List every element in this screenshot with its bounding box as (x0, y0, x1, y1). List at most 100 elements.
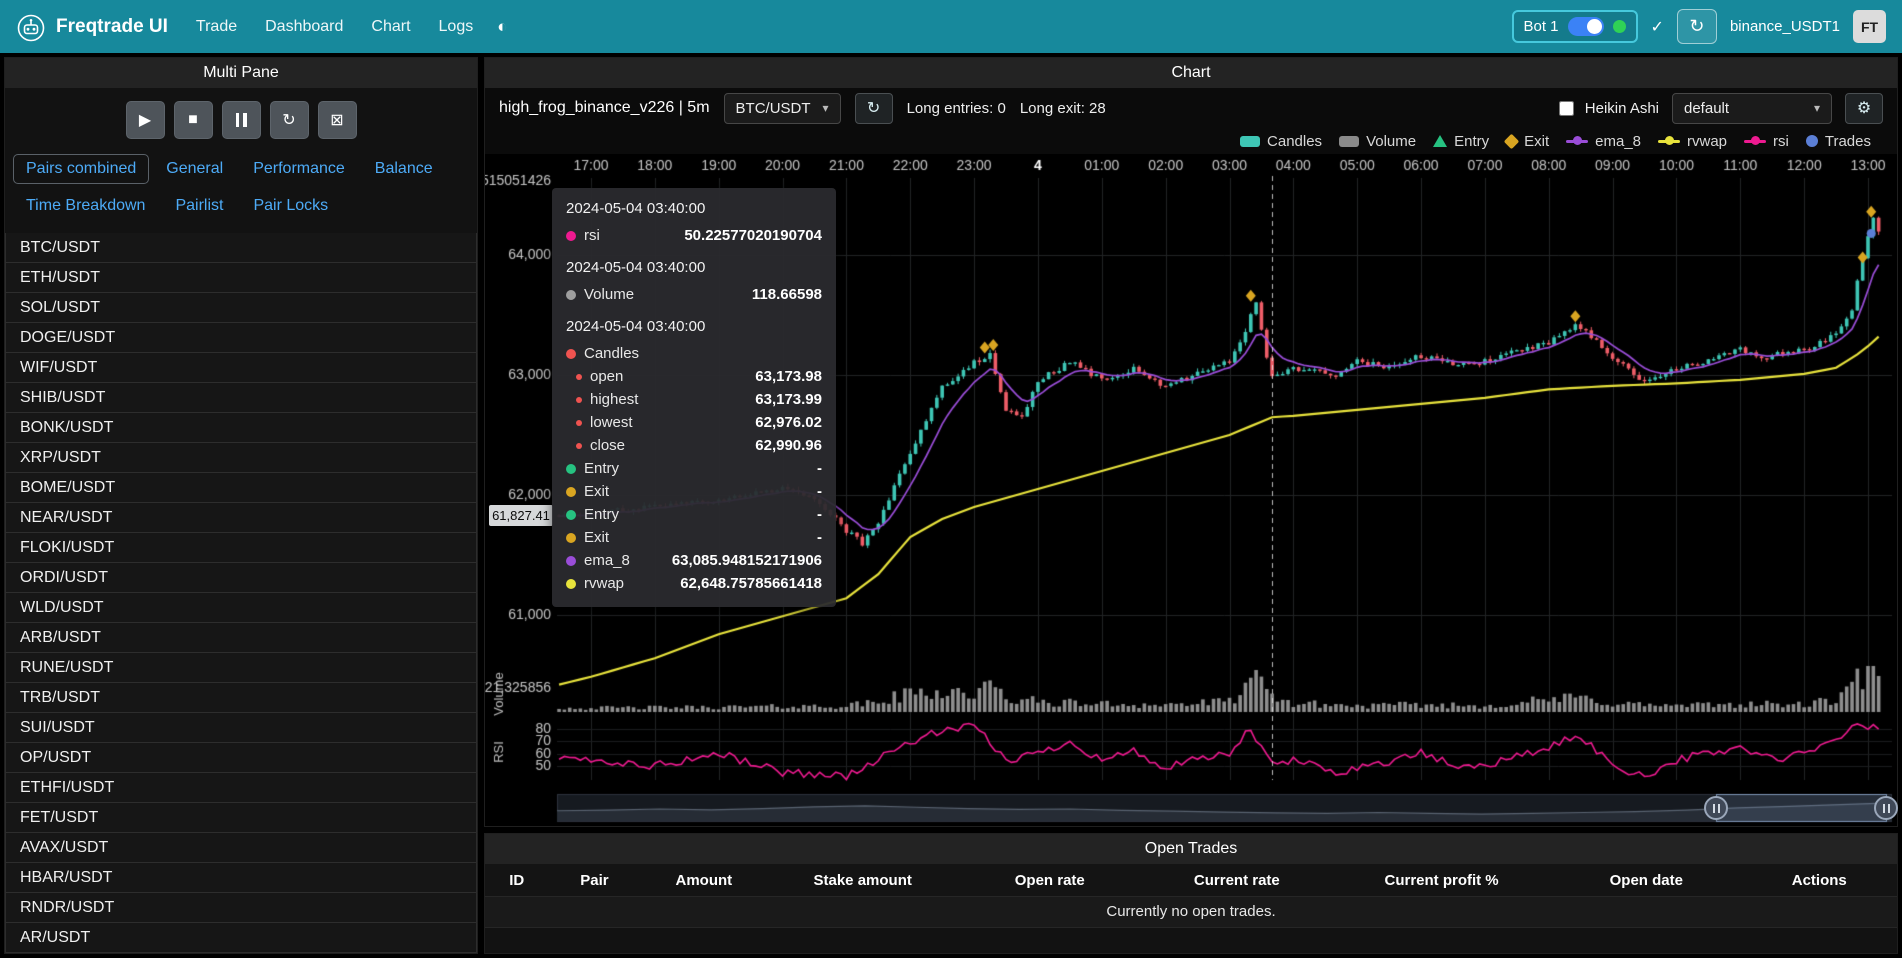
pair-row-rune-usdt[interactable]: RUNE/USDT (5, 652, 477, 683)
tab-balance[interactable]: Balance (362, 154, 446, 184)
tooltip-row: Entry- (566, 503, 822, 526)
navbar: Freqtrade UI TradeDashboardChartLogs ◐ B… (0, 0, 1902, 53)
legend-label: Candles (1267, 133, 1322, 150)
pair-row-sui-usdt[interactable]: SUI/USDT (5, 712, 477, 743)
tooltip-row: Volume118.66598 (566, 283, 822, 306)
series-dot-icon (566, 487, 576, 497)
tab-time-breakdown[interactable]: Time Breakdown (13, 191, 158, 221)
tooltip-row: highest63,173.99 (566, 388, 822, 411)
check-icon: ✓ (1651, 17, 1664, 37)
legend-entry[interactable]: Entry (1433, 133, 1489, 150)
pair-row-eth-usdt[interactable]: ETH/USDT (5, 262, 477, 293)
legend-rvwap[interactable]: rvwap (1658, 133, 1727, 150)
pair-row-bome-usdt[interactable]: BOME/USDT (5, 472, 477, 503)
legend-rsi[interactable]: rsi (1744, 133, 1789, 150)
legend-label: ema_8 (1595, 133, 1641, 150)
tooltip-value: 50.22577020190704 (684, 227, 822, 244)
trades-col-actions: Actions (1742, 872, 1897, 889)
series-dot-icon (566, 464, 576, 474)
volume-marker-icon (1339, 136, 1359, 147)
tooltip-label: rvwap (584, 575, 624, 592)
nav-link-chart[interactable]: Chart (371, 18, 410, 36)
tooltip-label: Entry (584, 460, 619, 477)
pair-row-shib-usdt[interactable]: SHIB/USDT (5, 382, 477, 413)
avatar[interactable]: FT (1853, 10, 1886, 43)
freqtrade-logo (16, 12, 46, 42)
pair-row-wif-usdt[interactable]: WIF/USDT (5, 352, 477, 383)
series-dot-icon (566, 290, 576, 300)
tooltip-row: lowest62,976.02 (566, 411, 822, 434)
pause-button[interactable] (222, 101, 261, 139)
pair-row-avax-usdt[interactable]: AVAX/USDT (5, 832, 477, 863)
pair-row-hbar-usdt[interactable]: HBAR/USDT (5, 862, 477, 893)
datazoom-left-handle[interactable] (1704, 796, 1728, 820)
pair-row-op-usdt[interactable]: OP/USDT (5, 742, 477, 773)
nav-link-trade[interactable]: Trade (196, 18, 237, 36)
tab-pair-locks[interactable]: Pair Locks (240, 191, 341, 221)
candles-marker-icon (1240, 136, 1260, 147)
stop-button[interactable]: ■ (174, 101, 213, 139)
reload-button[interactable]: ↻ (270, 101, 309, 139)
exit-marker-icon (1504, 133, 1520, 149)
tooltip-row: Exit- (566, 480, 822, 503)
gear-icon: ⚙ (1857, 98, 1871, 118)
legend-ema-8[interactable]: ema_8 (1566, 133, 1641, 150)
datazoom-right-handle[interactable] (1874, 796, 1898, 820)
pair-row-doge-usdt[interactable]: DOGE/USDT (5, 322, 477, 353)
trades-col-amount: Amount (640, 872, 767, 889)
pair-row-xrp-usdt[interactable]: XRP/USDT (5, 442, 477, 473)
tab-performance[interactable]: Performance (240, 154, 358, 184)
tooltip-value: 62,648.75785661418 (680, 575, 822, 592)
series-dot-icon (566, 510, 576, 520)
legend-trades[interactable]: Trades (1806, 133, 1871, 150)
pair-row-near-usdt[interactable]: NEAR/USDT (5, 502, 477, 533)
heikin-ashi-checkbox[interactable] (1559, 101, 1574, 116)
tab-pairs-combined[interactable]: Pairs combined (13, 154, 149, 184)
open-trades-panel: Open Trades IDPairAmountStake amountOpen… (484, 833, 1898, 954)
reload-bot-button[interactable]: ↻ (1677, 9, 1717, 44)
pair-row-ethfi-usdt[interactable]: ETHFI/USDT (5, 772, 477, 803)
pair-row-btc-usdt[interactable]: BTC/USDT (5, 233, 477, 263)
legend-volume[interactable]: Volume (1339, 133, 1416, 150)
pair-row-fet-usdt[interactable]: FET/USDT (5, 802, 477, 833)
trades-col-id: ID (485, 872, 549, 889)
series-dot-icon (566, 231, 576, 241)
pair-row-arb-usdt[interactable]: ARB/USDT (5, 622, 477, 653)
pair-row-ar-usdt[interactable]: AR/USDT (5, 922, 477, 953)
pair-row-floki-usdt[interactable]: FLOKI/USDT (5, 532, 477, 563)
bot-selector[interactable]: Bot 1 (1512, 10, 1638, 43)
pair-row-trb-usdt[interactable]: TRB/USDT (5, 682, 477, 713)
nav-right: Bot 1 ✓ ↻ binance_USDT1 FT (1512, 9, 1887, 44)
tooltip-row: Candles (566, 342, 822, 365)
plot-config-value: default (1684, 100, 1729, 117)
reload-icon: ↻ (1689, 16, 1704, 37)
nav-link-dashboard[interactable]: Dashboard (265, 18, 343, 36)
legend-exit[interactable]: Exit (1506, 133, 1549, 150)
plot-config-select[interactable]: default ▾ (1672, 93, 1832, 124)
pair-row-sol-usdt[interactable]: SOL/USDT (5, 292, 477, 323)
pane-tabs: Pairs combinedGeneralPerformanceBalance T… (5, 150, 477, 233)
refresh-chart-button[interactable]: ↻ (855, 93, 893, 124)
play-button[interactable]: ▶ (126, 101, 165, 139)
tooltip-date: 2024-05-04 03:40:00 (566, 259, 822, 276)
series-dot-icon (576, 374, 582, 380)
tooltip-value: - (817, 506, 822, 523)
series-dot-icon (576, 443, 582, 449)
theme-toggle-icon[interactable]: ◐ (497, 17, 507, 37)
tooltip-value: - (817, 529, 822, 546)
pair-row-wld-usdt[interactable]: WLD/USDT (5, 592, 477, 623)
pair-row-bonk-usdt[interactable]: BONK/USDT (5, 412, 477, 443)
tooltip-label: rsi (584, 227, 600, 244)
pair-select[interactable]: BTC/USDT ▾ (724, 93, 841, 124)
tab-general[interactable]: General (153, 154, 236, 184)
tab-pairlist[interactable]: Pairlist (162, 191, 236, 221)
bot-toggle[interactable] (1568, 17, 1604, 36)
pair-row-rndr-usdt[interactable]: RNDR/USDT (5, 892, 477, 923)
legend-candles[interactable]: Candles (1240, 133, 1322, 150)
clear-button[interactable]: ⊠ (318, 101, 357, 139)
plot-settings-button[interactable]: ⚙ (1845, 93, 1883, 124)
tooltip-value: 62,976.02 (755, 414, 822, 431)
pair-row-ordi-usdt[interactable]: ORDI/USDT (5, 562, 477, 593)
nav-link-logs[interactable]: Logs (439, 18, 474, 36)
refresh-icon: ↻ (867, 98, 880, 118)
